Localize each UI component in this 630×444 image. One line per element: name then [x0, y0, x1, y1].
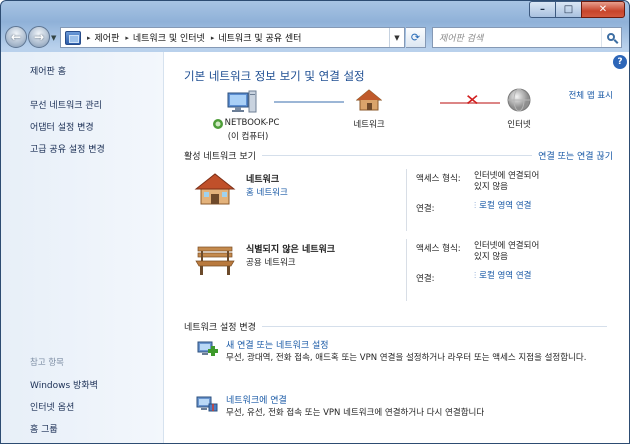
client-area: 제어판 홈 무선 네트워크 관리 어댑터 설정 변경 고급 공유 설정 변경 참…	[1, 52, 629, 444]
see-also-title: 참고 항목	[30, 358, 64, 368]
network-divider	[406, 239, 407, 301]
recent-pages-dropdown-icon[interactable]: ▼	[51, 34, 56, 42]
breadcrumb-arrow-icon[interactable]: ▸	[211, 34, 215, 42]
back-button[interactable]: ←	[5, 26, 27, 48]
breadcrumb-item[interactable]: 제어판 ▸	[95, 31, 133, 45]
breadcrumb-item[interactable]: 네트워크 및 공유 센터	[218, 31, 301, 44]
task-connect-network: 네트워크에 연결 무선, 유선, 전화 접속 또는 VPN 네트워크에 연결하거…	[194, 393, 613, 429]
network-entry: 네트워크 홈 네트워크 액세스 형식: 인터넷에 연결되어 있지 않음 연결: …	[194, 169, 614, 243]
minimize-button[interactable]: –	[529, 1, 555, 18]
new-connection-icon	[197, 341, 218, 356]
adapter-settings-link[interactable]: 어댑터 설정 변경	[30, 120, 163, 133]
change-settings-title: 네트워크 설정 변경	[184, 323, 256, 333]
back-arrow-icon: ←	[10, 30, 22, 44]
explorer-window: – □ ✕ ← → ▼ ▸ 제어판 ▸ 네트워크 및 인터넷 ▸ 네트워크 및 공유…	[0, 0, 630, 444]
page-title: 기본 네트워크 정보 보기 및 연결 설정	[184, 69, 365, 83]
local-area-connection-link[interactable]: ⫶ 로컬 영역 연결	[474, 271, 531, 282]
forward-button[interactable]: →	[28, 26, 50, 48]
access-type-label: 액세스 형식:	[416, 174, 461, 184]
home-network-icon	[356, 89, 382, 111]
full-map-link[interactable]: 전체 맵 표시	[568, 89, 613, 101]
network-entry: 식별되지 않은 네트워크 공용 네트워크 액세스 형식: 인터넷에 연결되어 있…	[194, 239, 614, 313]
close-button[interactable]: ✕	[581, 1, 625, 18]
network-label: 네트워크	[353, 120, 385, 130]
search-icon[interactable]	[601, 28, 621, 47]
access-type-value: 인터넷에 연결되어 있지 않음	[474, 241, 540, 262]
network-user-icon	[213, 119, 223, 129]
caption-buttons: – □ ✕	[529, 1, 625, 18]
breadcrumb-arrow-icon[interactable]: ▸	[125, 34, 129, 42]
change-settings-header: 네트워크 설정 변경	[184, 320, 613, 333]
connect-to-network-description: 무선, 유선, 전화 접속 또는 VPN 네트워크에 연결하거나 다시 연결합니…	[226, 408, 485, 418]
internet-label: 인터넷	[507, 120, 531, 130]
see-also-section: 참고 항목 Windows 방화벽 인터넷 옵션 홈 그룹	[30, 356, 98, 444]
active-networks-title: 활성 네트워크 보기	[184, 152, 256, 162]
manage-wireless-link[interactable]: 무선 네트워크 관리	[30, 98, 163, 111]
control-panel-home-link[interactable]: 제어판 홈	[30, 64, 163, 77]
connection-label: 연결:	[416, 204, 435, 214]
task-new-connection: 새 연결 또는 네트워크 설정 무선, 광대역, 전화 접속, 애드혹 또는 V…	[194, 338, 613, 380]
breadcrumb-item[interactable]: 네트워크 및 인터넷 ▸	[133, 31, 218, 45]
section-divider	[261, 326, 607, 327]
network-name: 네트워크	[246, 175, 280, 185]
address-dropdown-icon[interactable]: ▼	[389, 28, 404, 47]
search-placeholder: 제어판 검색	[439, 34, 484, 44]
computer-subtitle: (이 컴퓨터)	[227, 132, 269, 142]
access-type-label: 액세스 형식:	[416, 244, 461, 254]
refresh-icon: ⟳	[410, 31, 421, 44]
main-content: ? 기본 네트워크 정보 보기 및 연결 설정 전체 맵 표시 NETBOOK-…	[164, 52, 629, 444]
network-type: 공용 네트워크	[246, 258, 296, 268]
access-type-value: 인터넷에 연결되어 있지 않음	[474, 171, 540, 192]
ethernet-icon: ⫶	[474, 201, 477, 211]
internet-options-link[interactable]: 인터넷 옵션	[30, 400, 98, 413]
windows-firewall-link[interactable]: Windows 방화벽	[30, 378, 98, 391]
active-networks-header: 활성 네트워크 보기 연결 또는 연결 끊기	[184, 149, 613, 162]
home-network-icon	[194, 173, 236, 205]
connection-label: 연결:	[416, 274, 435, 284]
advanced-sharing-link[interactable]: 고급 공유 설정 변경	[30, 142, 163, 155]
section-divider	[261, 155, 533, 156]
computer-name: NETBOOK-PC	[224, 118, 280, 128]
network-type-link[interactable]: 홈 네트워크	[246, 186, 288, 198]
maximize-button[interactable]: □	[555, 1, 581, 18]
control-panel-icon	[65, 30, 81, 45]
address-bar[interactable]: ▸ 제어판 ▸ 네트워크 및 인터넷 ▸ 네트워크 및 공유 센터 ▼	[60, 27, 405, 48]
navigation-bar: ← → ▼ ▸ 제어판 ▸ 네트워크 및 인터넷 ▸ 네트워크 및 공유 센터 ▼ …	[0, 21, 630, 51]
connect-to-network-link[interactable]: 네트워크에 연결	[226, 393, 287, 406]
homegroup-link[interactable]: 홈 그룹	[30, 422, 98, 435]
connect-disconnect-link[interactable]: 연결 또는 연결 끊기	[538, 149, 613, 162]
task-pane: 제어판 홈 무선 네트워크 관리 어댑터 설정 변경 고급 공유 설정 변경 참…	[1, 52, 164, 444]
ethernet-icon: ⫶	[474, 271, 477, 281]
disconnected-x-icon: ✕	[464, 91, 480, 109]
local-area-connection-link[interactable]: ⫶ 로컬 영역 연결	[474, 201, 531, 212]
help-icon[interactable]: ?	[613, 55, 627, 69]
connect-to-network-icon	[196, 396, 218, 412]
network-divider	[406, 169, 407, 231]
breadcrumb-root-arrow[interactable]: ▸	[81, 34, 95, 42]
globe-icon	[507, 88, 531, 112]
connection-line	[274, 101, 344, 103]
refresh-button[interactable]: ⟳	[406, 27, 426, 48]
park-bench-icon	[195, 246, 235, 275]
search-input[interactable]: 제어판 검색	[432, 27, 622, 48]
network-name: 식별되지 않은 네트워크	[246, 245, 336, 255]
computer-icon	[227, 90, 257, 113]
forward-arrow-icon: →	[33, 30, 45, 44]
new-connection-link[interactable]: 새 연결 또는 네트워크 설정	[226, 338, 329, 351]
new-connection-description: 무선, 광대역, 전화 접속, 애드혹 또는 VPN 연결을 설정하거나 라우터…	[226, 353, 587, 363]
